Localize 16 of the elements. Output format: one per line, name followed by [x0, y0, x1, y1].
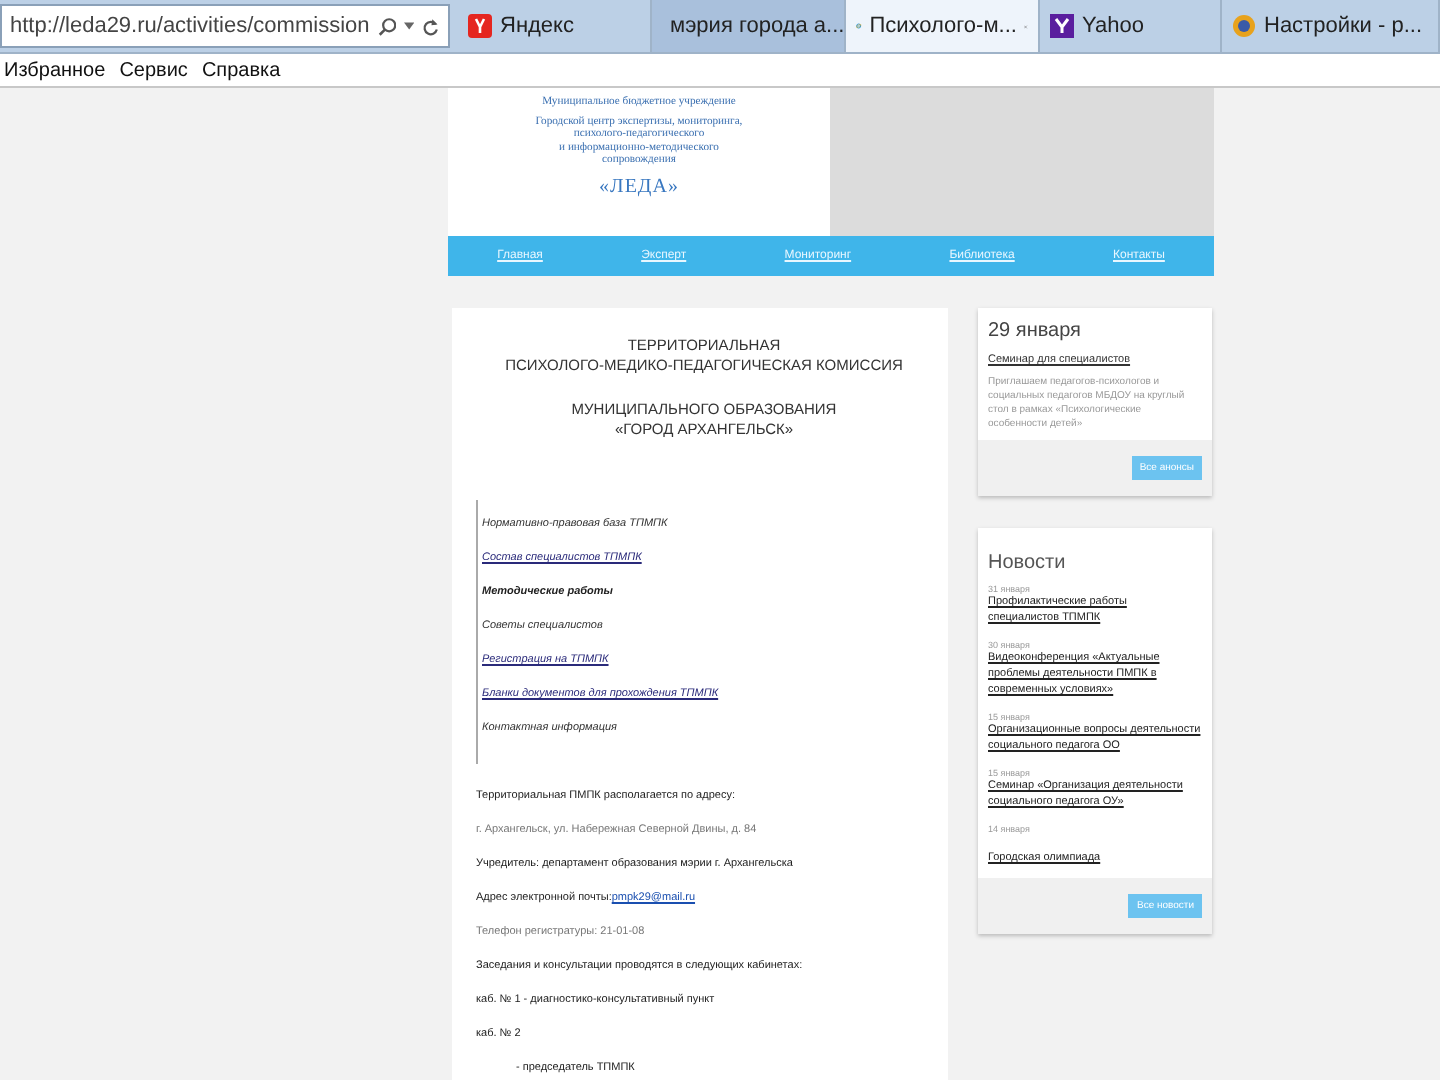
address-text: http://leda29.ru/activities/commission — [10, 14, 370, 38]
round-badge-icon — [1232, 14, 1256, 38]
menu-item[interactable]: Избранное — [4, 59, 106, 81]
announcement-date: 29 января — [988, 320, 1083, 342]
browser-tab[interactable]: Психолого-м... — [846, 0, 1040, 52]
menu-item[interactable]: Справка — [201, 59, 281, 81]
news-heading: Новости — [988, 552, 1068, 574]
menu-item[interactable]: Сервис — [119, 59, 188, 81]
letter-y-icon — [468, 14, 492, 38]
dropdown-icon[interactable] — [404, 22, 415, 30]
refresh-icon[interactable] — [422, 15, 440, 37]
browser-tab[interactable]: мэрия города а... — [652, 0, 846, 52]
site-logo-text: «ЛЕДА» — [599, 175, 679, 197]
address-bar[interactable]: http://leda29.ru/activities/commission — [0, 4, 450, 48]
letter-y-icon — [1050, 14, 1074, 38]
search-icon[interactable] — [377, 15, 397, 37]
